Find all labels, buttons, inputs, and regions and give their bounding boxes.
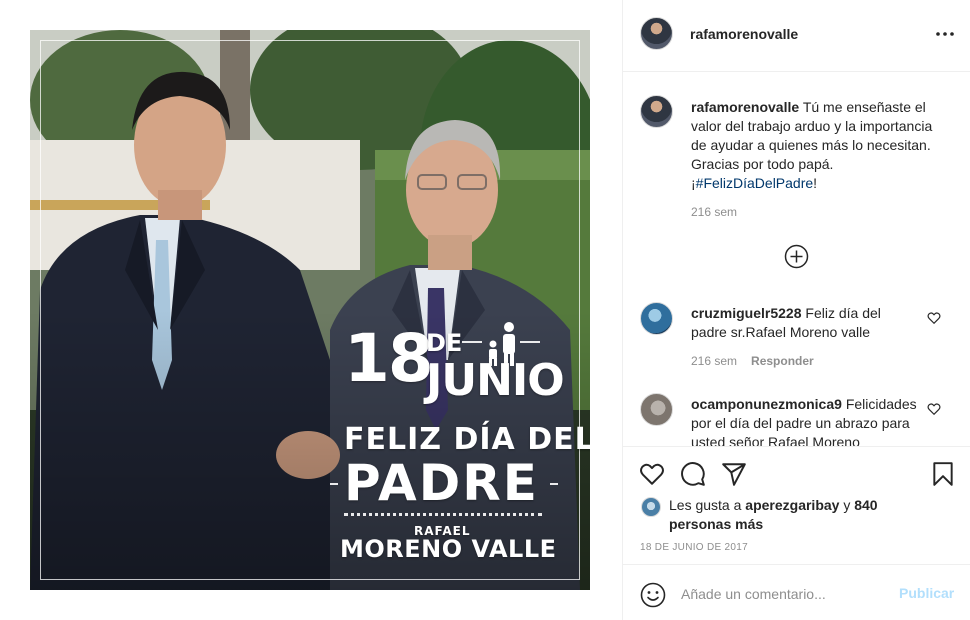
comment-text: cruzmiguelr5228 Feliz día del padre sr.R… (691, 304, 919, 342)
post-actions: Les gusta a aperezgaribay y 840 personas… (623, 446, 970, 564)
comment-text: ocamponunezmonica9 Felicidades por el dí… (691, 395, 919, 446)
post-date[interactable]: 18 DE JUNIO DE 2017 (640, 542, 748, 553)
post-image[interactable]: 18 DE JUNIO FELIZ DÍA DEL PADRE RAFAEL M… (30, 30, 590, 590)
bookmark-icon[interactable] (930, 461, 956, 487)
comment-meta: 216 sem Responder (691, 354, 814, 368)
comment-input[interactable] (681, 582, 891, 606)
comment-like-heart-icon[interactable] (927, 311, 941, 325)
overlay-day: 18 (344, 320, 434, 397)
liker-username[interactable]: aperezgaribay (745, 497, 839, 513)
caption-avatar[interactable] (640, 95, 673, 128)
comments-list[interactable]: rafamorenovalle Tú me enseñaste el valor… (623, 73, 970, 446)
plus-circle-icon[interactable] (784, 244, 809, 269)
overlay-dash-right (550, 483, 558, 485)
caption-hashtag[interactable]: #FelizDíaDelPadre (696, 175, 814, 191)
caption-suffix: ! (813, 175, 818, 191)
comment-like-heart-icon[interactable] (927, 402, 941, 416)
emoji-icon[interactable] (640, 582, 666, 608)
overlay-dash-left (330, 483, 338, 485)
likes-prefix: Les gusta a (669, 497, 746, 513)
overlay-lastname: MORENO VALLE (340, 535, 557, 563)
overlay-line-de (462, 341, 482, 343)
more-horizontal-icon[interactable] (935, 25, 955, 43)
caption-text: rafamorenovalle Tú me enseñaste el valor… (691, 98, 941, 193)
overlay-line-right (520, 341, 540, 343)
post-sidebar: rafamorenovalle rafamorenovalle Tú me en… (623, 0, 970, 620)
likes-text[interactable]: Les gusta a aperezgaribay y 840 personas… (669, 496, 909, 534)
overlay-de: DE (426, 329, 463, 357)
commenter-avatar[interactable] (640, 393, 673, 426)
comment-icon[interactable] (680, 461, 706, 487)
commenter-username[interactable]: ocamponunezmonica9 (691, 396, 842, 412)
commenter-username[interactable]: cruzmiguelr5228 (691, 305, 802, 321)
caption-timestamp[interactable]: 216 sem (691, 205, 737, 219)
owner-avatar[interactable] (640, 17, 673, 50)
overlay-padre: PADRE (344, 454, 539, 512)
commenter-avatar[interactable] (640, 302, 673, 335)
liker-avatar[interactable] (641, 497, 661, 517)
owner-username[interactable]: rafamorenovalle (690, 26, 798, 42)
reply-button[interactable]: Responder (751, 354, 814, 368)
likes-middle: y (839, 497, 855, 513)
add-comment-bar: Publicar (623, 564, 970, 620)
publish-button[interactable]: Publicar (899, 585, 954, 601)
comment-timestamp[interactable]: 216 sem (691, 354, 737, 368)
overlay-feliz: FELIZ DÍA DEL (344, 422, 590, 457)
heart-icon[interactable] (639, 461, 665, 487)
post-header: rafamorenovalle (623, 0, 970, 72)
overlay-dots (344, 513, 542, 516)
caption-username[interactable]: rafamorenovalle (691, 99, 799, 115)
overlay-month: JUNIO (426, 355, 565, 406)
share-icon[interactable] (721, 461, 747, 487)
